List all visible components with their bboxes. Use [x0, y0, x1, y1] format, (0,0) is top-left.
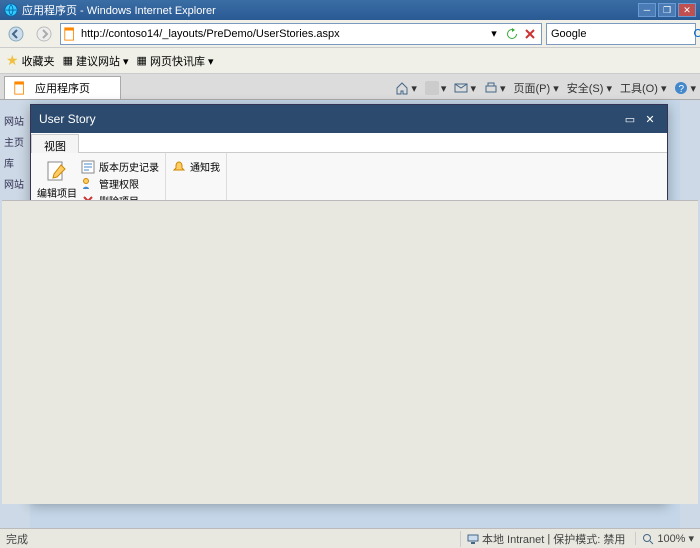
minimize-button[interactable]: ─	[638, 3, 656, 17]
zone-indicator[interactable]: 本地 Intranet | 保护模式: 禁用	[460, 531, 625, 547]
tab-title: 应用程序页	[35, 80, 90, 96]
status-text: 完成	[6, 531, 28, 547]
search-button[interactable]	[693, 25, 700, 43]
link-icon: ▦	[63, 54, 73, 67]
dialog-maximize-button[interactable]: ▭	[621, 111, 639, 127]
svg-text:?: ?	[679, 84, 685, 95]
command-bar: ▾ ▾ ▾ ▾ 页面(P) ▾ 安全(S) ▾ 工具(O) ▾ ?▾	[395, 80, 696, 99]
refresh-button[interactable]	[503, 25, 521, 43]
star-icon: ★	[6, 52, 19, 69]
forward-button[interactable]	[32, 23, 56, 45]
feeds-button[interactable]: ▾	[425, 81, 447, 95]
content-area: 网站主页库 网站共享列表 日历任务User 讨论工作 User Story ▭ …	[0, 100, 700, 528]
suggested-sites-link[interactable]: ▦建议网站 ▾	[63, 53, 129, 69]
status-bar: 完成 本地 Intranet | 保护模式: 禁用 100% ▾	[0, 528, 700, 548]
search-input[interactable]	[551, 28, 693, 40]
web-slice-link[interactable]: ▦网页快讯库 ▾	[137, 53, 214, 69]
page-icon	[63, 27, 77, 41]
browser-tab[interactable]: 应用程序页	[4, 76, 121, 99]
link-icon: ▦	[137, 54, 147, 67]
help-button[interactable]: ?▾	[674, 81, 696, 95]
maximize-button[interactable]: ❐	[658, 3, 676, 17]
stop-button[interactable]	[521, 25, 539, 43]
search-box[interactable]: G	[546, 23, 696, 45]
page-icon	[13, 81, 27, 95]
favorites-bar: ★收藏夹 ▦建议网站 ▾ ▦网页快讯库 ▾	[0, 48, 700, 74]
page-menu[interactable]: 页面(P) ▾	[514, 80, 559, 96]
ribbon-tab-view[interactable]: 视图	[31, 134, 79, 153]
alert-me-button[interactable]: 通知我	[172, 159, 220, 174]
home-button[interactable]: ▾	[395, 81, 417, 95]
zoom-icon	[642, 533, 654, 545]
ribbon-tabstrip: 视图	[31, 133, 667, 153]
close-window-button[interactable]: ✕	[678, 3, 696, 17]
dialog-title: User Story	[39, 112, 96, 126]
computer-icon	[467, 533, 479, 545]
edit-item-icon	[45, 159, 69, 183]
edit-item-button[interactable]: 编辑项目	[37, 155, 77, 200]
permissions-icon	[81, 177, 95, 191]
safety-menu[interactable]: 安全(S) ▾	[567, 80, 612, 96]
dialog-titlebar: User Story ▭ ✕	[31, 105, 667, 133]
horizontal-scrollbar[interactable]	[2, 200, 698, 504]
version-history-button[interactable]: 版本历史记录	[81, 159, 159, 174]
version-history-icon	[81, 160, 95, 174]
zoom-control[interactable]: 100% ▾	[635, 532, 694, 545]
nav-toolbar: ▾ G	[0, 20, 700, 48]
favorites-button[interactable]: ★收藏夹	[6, 52, 55, 69]
window-title: 应用程序页 - Windows Internet Explorer	[22, 2, 216, 18]
tab-bar: 应用程序页 ▾ ▾ ▾ ▾ 页面(P) ▾ 安全(S) ▾ 工具(O) ▾ ?▾	[0, 74, 700, 100]
url-input[interactable]	[81, 28, 485, 40]
alert-icon	[172, 160, 186, 174]
manage-permissions-button[interactable]: 管理权限	[81, 176, 159, 191]
ie-icon	[4, 3, 18, 17]
dialog-close-button[interactable]: ✕	[641, 111, 659, 127]
address-dropdown[interactable]: ▾	[485, 25, 503, 43]
tools-menu[interactable]: 工具(O) ▾	[620, 80, 666, 96]
back-button[interactable]	[4, 23, 28, 45]
window-titlebar: 应用程序页 - Windows Internet Explorer ─ ❐ ✕	[0, 0, 700, 20]
mail-button[interactable]: ▾	[454, 81, 476, 95]
print-button[interactable]: ▾	[484, 81, 506, 95]
address-bar[interactable]: ▾	[60, 23, 542, 45]
